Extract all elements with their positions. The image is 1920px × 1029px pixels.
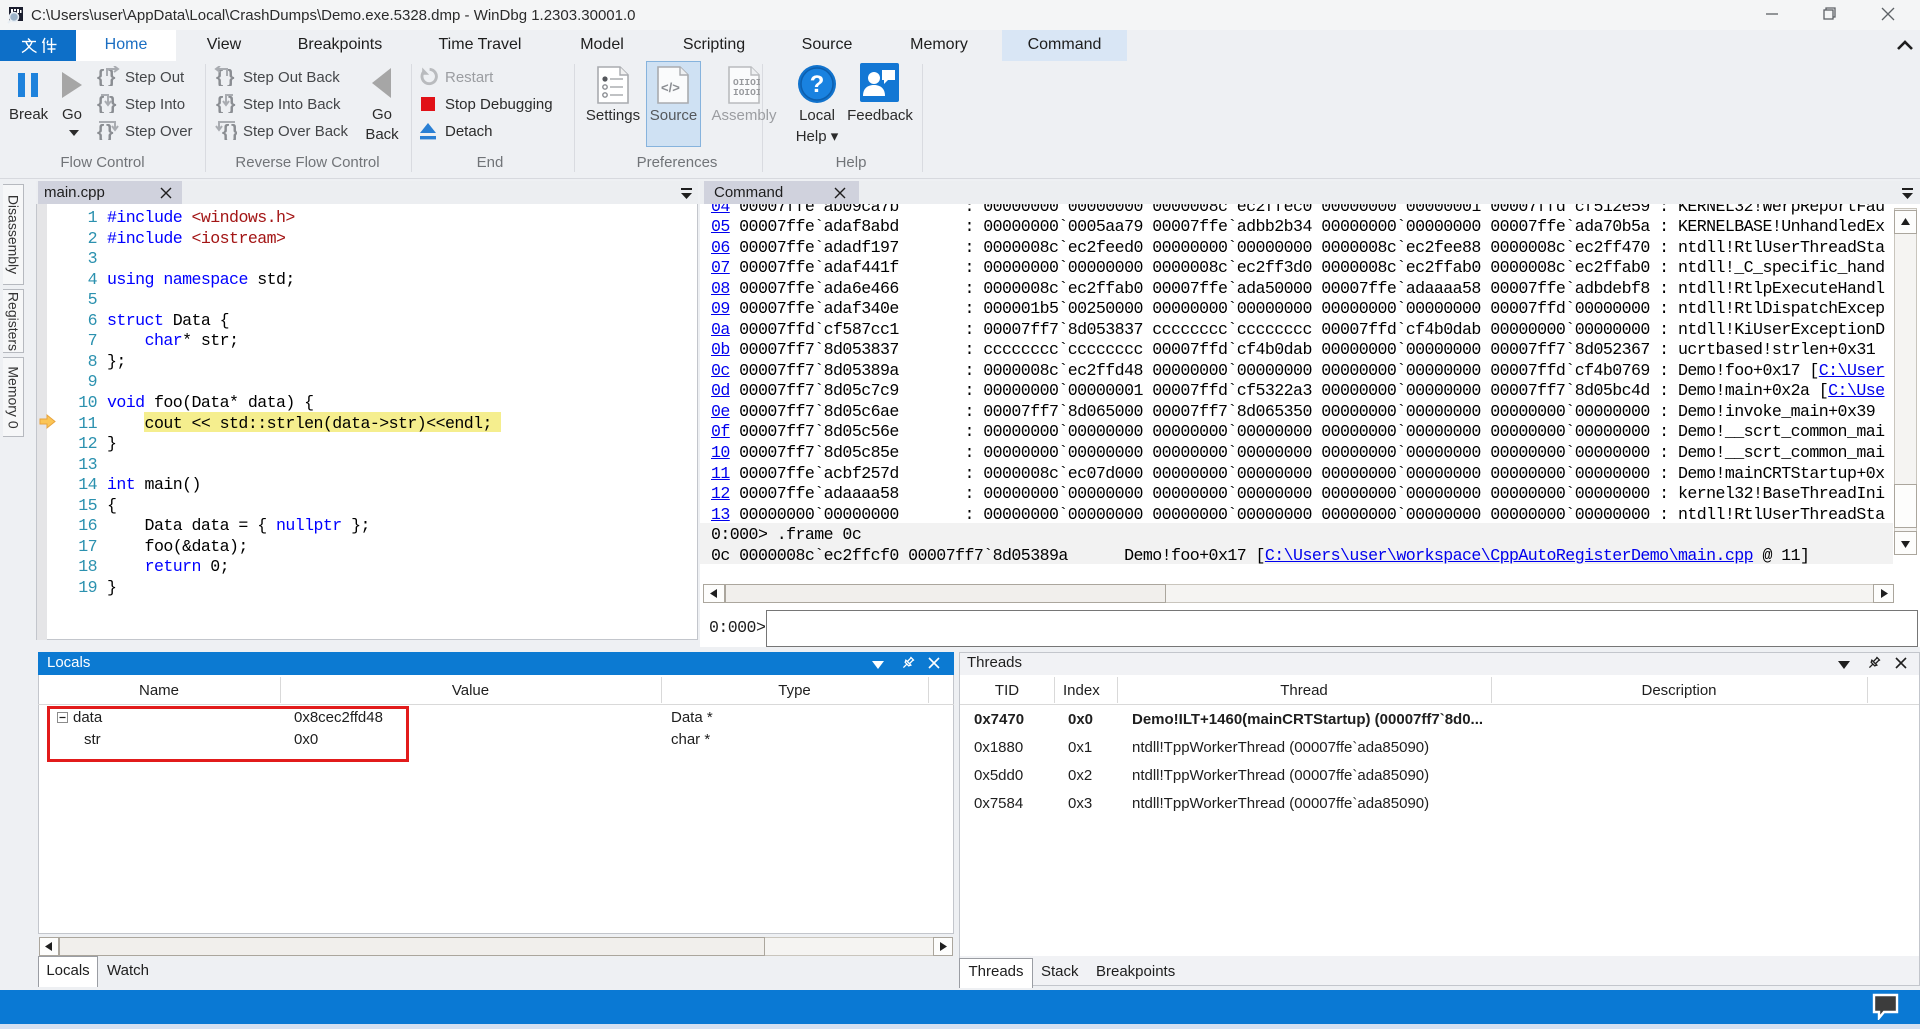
svg-text:</>: </> [661,80,680,95]
svg-text:}: } [106,122,114,140]
svg-text:{: { [222,122,229,140]
svg-text:{: { [216,94,223,113]
svg-text:}: } [228,94,236,113]
svg-text:}: } [227,67,235,86]
svg-text:{: { [97,94,104,113]
svg-text:{: { [97,67,104,86]
svg-text:}: } [231,122,237,140]
svg-text:IOIOI: IOIOI [733,87,760,98]
svg-text:?: ? [810,71,825,98]
svg-text:{: { [97,122,104,140]
